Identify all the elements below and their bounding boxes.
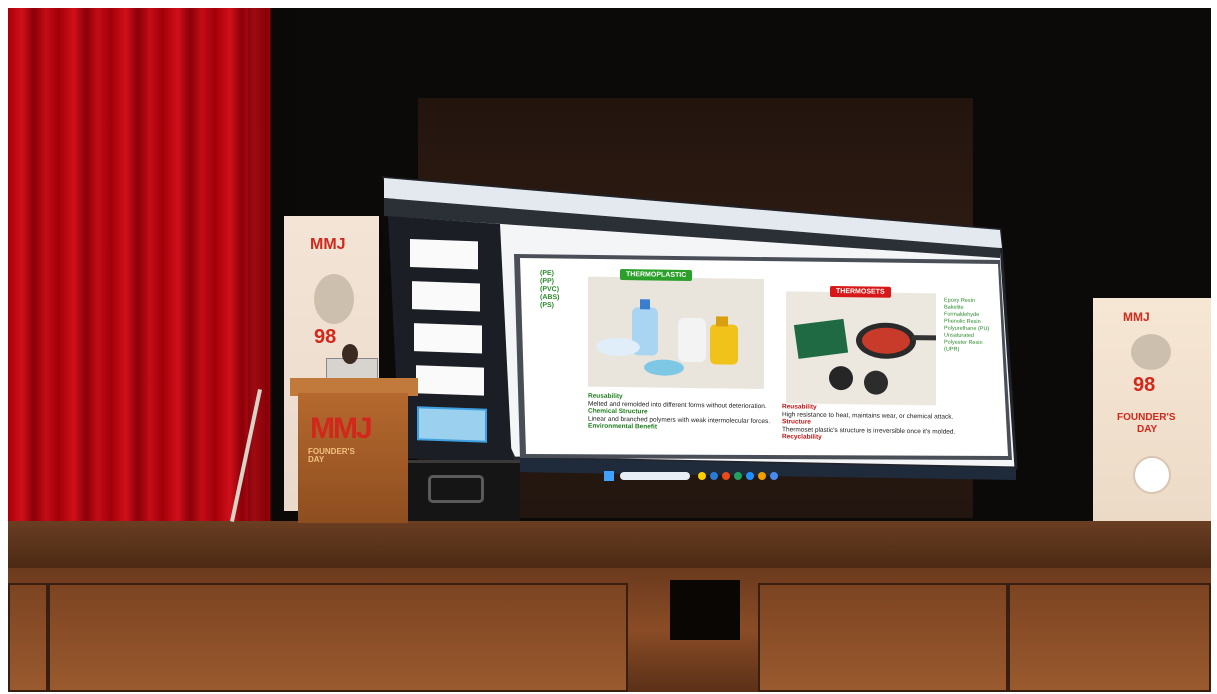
banner-left-portrait	[314, 274, 354, 324]
thermoplastic-label: THERMOPLASTIC	[620, 269, 693, 282]
podium-subtitle: FOUNDER'S DAY	[308, 448, 355, 464]
stage-panel	[8, 583, 48, 692]
abbr-pp: (PP)	[540, 277, 554, 286]
banner-left-logo: MMJ	[310, 236, 346, 253]
presentation-slide: (PE) (PP) (PVC) (ABS) (PS) THERMOPLASTIC	[532, 244, 992, 470]
abbr-ps: (PS)	[540, 301, 554, 310]
thermoplastic-text: Reusability Melted and remolded into dif…	[588, 393, 774, 433]
thermoset-text: Reusability High resistance to heat, mai…	[782, 403, 972, 443]
podium-logo: MMJ	[310, 412, 373, 445]
stage-opening	[670, 580, 740, 640]
banner-right-number: 98	[1133, 374, 1156, 396]
banner-right-line2: DAY	[1137, 424, 1158, 435]
stage-panel	[1008, 583, 1211, 692]
start-icon	[604, 471, 614, 481]
abbr-pvc: (PVC)	[540, 285, 560, 294]
stage-panel	[48, 583, 628, 692]
search-box	[620, 472, 690, 480]
thermoset-label: THERMOSETS	[830, 285, 891, 298]
speaker-person	[342, 344, 358, 364]
abbr-abs: (ABS)	[540, 293, 560, 302]
podium-subtitle-2: DAY	[308, 455, 325, 464]
auditorium-stage-photo: MMJ 98 (PE) (PP) (PVC) (ABS) (PS) THERMO…	[8, 8, 1211, 692]
right-standee-banner: MMJ 98 FOUNDER'S DAY	[1093, 298, 1211, 526]
banner-right-portrait-2	[1133, 456, 1171, 494]
list-item: (UPR)	[944, 346, 960, 353]
speaker-grille	[428, 475, 484, 503]
banner-left-number: 98	[314, 326, 337, 348]
thermoset-items-photo	[786, 291, 936, 406]
banner-right-line1: FOUNDER'S	[1117, 412, 1176, 423]
stage-panel	[758, 583, 1008, 692]
red-curtain	[8, 8, 271, 528]
banner-right-portrait	[1131, 334, 1171, 370]
thermoplastic-bottles-photo	[588, 276, 764, 390]
banner-right-logo: MMJ	[1123, 310, 1150, 324]
thermoset-examples-list: Epoxy Resin Bakelite Formaldehyde Phenol…	[944, 298, 989, 355]
abbr-pe: (PE)	[540, 269, 554, 278]
stage-top	[8, 521, 1211, 571]
windows-taskbar	[604, 471, 778, 481]
